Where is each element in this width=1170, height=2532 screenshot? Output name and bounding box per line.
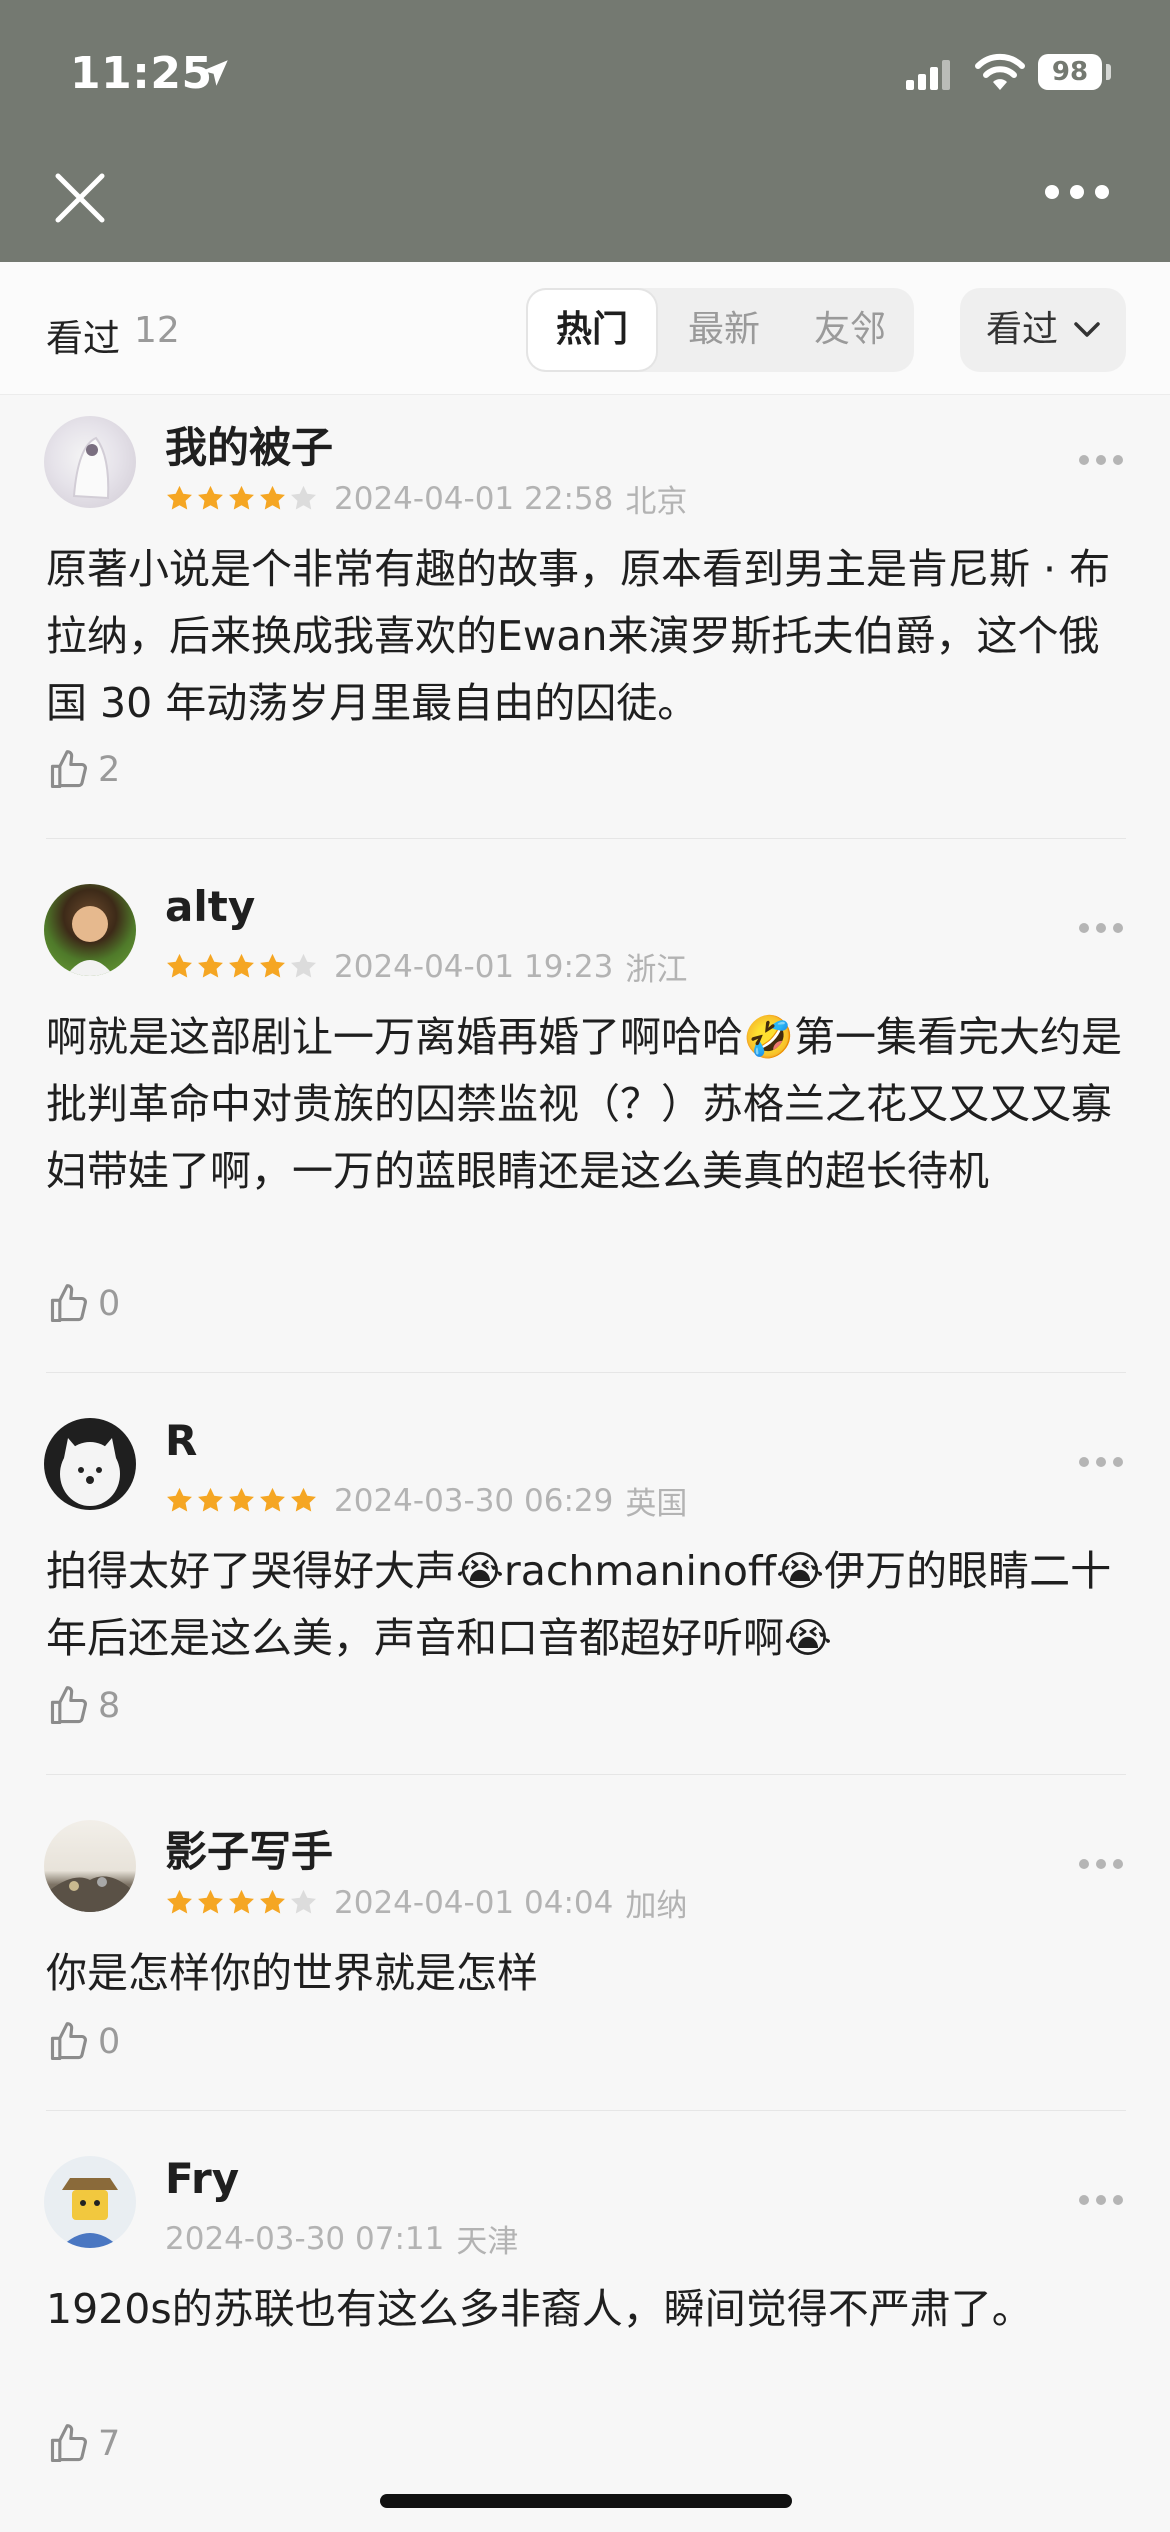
star-filled-icon (229, 953, 254, 978)
comment-text: 啊就是这部剧让一万离婚再婚了啊哈哈🤣第一集看完大约是批判革命中对贵族的囚禁监视（… (46, 1013, 1123, 1195)
star-filled-icon (167, 485, 192, 510)
thumbs-up-icon (50, 1686, 87, 1725)
comment-more-icon[interactable] (1078, 1858, 1124, 1870)
status-time: 11:25 (70, 48, 213, 99)
battery-indicator: 98 (1038, 54, 1102, 90)
avatar[interactable] (44, 416, 136, 508)
dropdown-label: 看过 (986, 309, 1059, 350)
comment-location: 北京 (625, 484, 688, 520)
avatar[interactable] (44, 1418, 136, 1510)
comment-location: 天津 (456, 2224, 519, 2260)
comment-text: 1920s的苏联也有这么多非裔人，瞬间觉得不严肃了。 (46, 2285, 1033, 2333)
star-filled-icon (198, 1889, 223, 1914)
sort-segmented-control: 热门 最新 友邻 (526, 288, 914, 372)
comment-more-icon[interactable] (1078, 922, 1124, 934)
divider (46, 1774, 1126, 1775)
close-icon[interactable] (52, 170, 108, 226)
comment-more-icon[interactable] (1078, 1456, 1124, 1468)
comment-text: 你是怎样你的世界就是怎样 (46, 1949, 538, 1997)
rating-stars (165, 1486, 320, 1515)
star-filled-icon (260, 1889, 285, 1914)
thumbs-up-icon (50, 2424, 87, 2463)
comment-time: 2024-04-01 19:23 (334, 948, 614, 985)
top-header: 11:25 98 (0, 0, 1170, 262)
thumbs-up-icon (50, 750, 87, 789)
comment-meta: 2024-04-01 22:58 北京 (165, 476, 687, 521)
comment-meta: 2024-04-01 04:04 加纳 (165, 1880, 687, 1925)
comment-location: 加纳 (625, 1888, 688, 1924)
comment-more-icon[interactable] (1078, 2194, 1124, 2206)
star-filled-icon (198, 1487, 223, 1512)
like-count: 0 (98, 2022, 121, 2062)
comment-more-icon[interactable] (1078, 454, 1124, 466)
filter-count: 12 (134, 310, 180, 351)
star-filled-icon (260, 485, 285, 510)
star-filled-icon (198, 485, 223, 510)
thumbs-up-icon (50, 1284, 87, 1323)
home-indicator (380, 2494, 792, 2508)
avatar[interactable] (44, 2156, 136, 2248)
status-dropdown[interactable]: 看过 (960, 288, 1126, 372)
star-empty-icon (291, 1889, 316, 1914)
like-count: 8 (98, 1686, 121, 1726)
star-empty-icon (291, 953, 316, 978)
username[interactable]: Fry (165, 2154, 239, 2203)
chevron-down-icon (1074, 322, 1100, 337)
like-count: 2 (98, 750, 121, 790)
comment-text: 拍得太好了哭得好大声😭rachmaninoff😭伊万的眼睛二十年后还是这么美，声… (46, 1547, 1112, 1662)
comment-meta: 2024-03-30 06:29 英国 (165, 1478, 687, 1523)
star-filled-icon (229, 1487, 254, 1512)
star-filled-icon (260, 1487, 285, 1512)
comment-time: 2024-03-30 06:29 (334, 1482, 614, 1519)
like-button[interactable]: 8 (46, 1684, 120, 1728)
like-button[interactable]: 0 (46, 2020, 120, 2064)
avatar[interactable] (44, 884, 136, 976)
cellular-signal-icon (906, 60, 950, 90)
username[interactable]: alty (165, 882, 255, 931)
star-filled-icon (167, 953, 192, 978)
divider (46, 2110, 1126, 2111)
star-filled-icon (291, 1487, 316, 1512)
tab-friends[interactable]: 友邻 (788, 288, 912, 372)
comment-time: 2024-04-01 22:58 (334, 480, 614, 517)
filter-bar: 看过 12 热门 最新 友邻 看过 (0, 262, 1170, 395)
comment-location: 英国 (625, 1486, 688, 1522)
star-filled-icon (198, 953, 223, 978)
comment-meta: 2024-04-01 19:23 浙江 (165, 944, 687, 989)
comment-meta: 2024-03-30 07:11 天津 (165, 2216, 518, 2261)
divider (46, 1372, 1126, 1373)
filter-title: 看过 (46, 317, 120, 360)
star-filled-icon (229, 485, 254, 510)
tab-hot[interactable]: 热门 (528, 290, 656, 370)
rating-stars (165, 952, 320, 981)
like-button[interactable]: 7 (46, 2422, 120, 2466)
like-count: 7 (98, 2424, 121, 2464)
more-dots-icon[interactable] (1044, 184, 1110, 200)
star-filled-icon (167, 1889, 192, 1914)
star-filled-icon (260, 953, 285, 978)
comment-text: 原著小说是个非常有趣的故事，原本看到男主是肯尼斯 · 布拉纳，后来换成我喜欢的E… (46, 545, 1111, 727)
location-arrow-icon (202, 60, 228, 86)
star-filled-icon (167, 1487, 192, 1512)
like-count: 0 (98, 1284, 121, 1324)
star-empty-icon (291, 485, 316, 510)
like-button[interactable]: 0 (46, 1282, 120, 1326)
battery-cap (1106, 64, 1111, 80)
thumbs-up-icon (50, 2022, 87, 2061)
username[interactable]: R (165, 1416, 197, 1465)
divider (46, 838, 1126, 839)
comment-time: 2024-04-01 04:04 (334, 1884, 614, 1921)
comment-time: 2024-03-30 07:11 (165, 2220, 445, 2257)
tab-latest[interactable]: 最新 (662, 288, 786, 372)
username[interactable]: 我的被子 (165, 414, 333, 475)
like-button[interactable]: 2 (46, 748, 120, 792)
star-filled-icon (229, 1889, 254, 1914)
rating-stars (165, 1888, 320, 1917)
comment-location: 浙江 (625, 952, 688, 988)
rating-stars (165, 484, 320, 513)
username[interactable]: 影子写手 (165, 1818, 333, 1879)
wifi-icon (975, 53, 1025, 90)
avatar[interactable] (44, 1820, 136, 1912)
